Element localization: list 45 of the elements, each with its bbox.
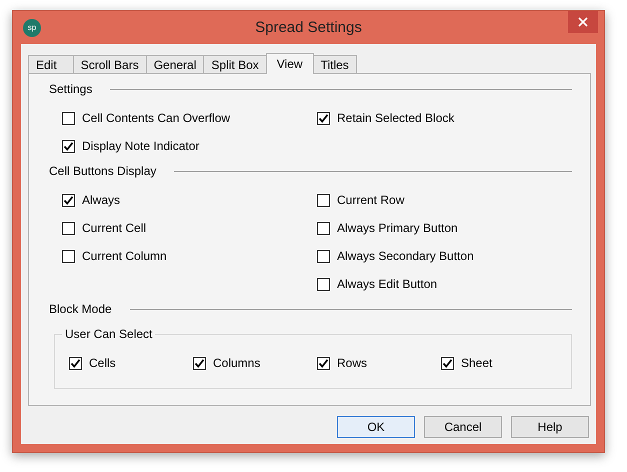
- checkbox-label: Always Primary Button: [337, 221, 458, 235]
- tab[interactable]: Titles: [312, 55, 357, 73]
- section-heading: Settings: [49, 82, 92, 96]
- checkbox[interactable]: [62, 222, 75, 234]
- checkbox-label: Columns: [213, 356, 260, 370]
- checkbox[interactable]: [62, 194, 75, 206]
- checkbox[interactable]: [69, 356, 82, 370]
- checkbox[interactable]: [441, 356, 454, 370]
- dialog-button[interactable]: OK: [337, 416, 415, 438]
- checkbox-label: Sheet: [461, 356, 492, 370]
- checkbox[interactable]: [317, 250, 330, 262]
- checkbox[interactable]: [317, 356, 330, 370]
- checkbox-label: Always Edit Button: [337, 277, 438, 291]
- window-title: Spread Settings: [254, 19, 363, 36]
- section-heading: Cell Buttons Display: [49, 164, 156, 178]
- checkbox-label: Cell Contents Can Overflow: [82, 111, 230, 125]
- checkbox-label: Rows: [337, 356, 368, 370]
- checkbox-label: Retain Selected Block: [337, 111, 454, 125]
- checkbox[interactable]: [62, 112, 75, 124]
- section-heading: Block Mode: [49, 302, 112, 316]
- checkbox[interactable]: [317, 222, 330, 234]
- checkbox[interactable]: [62, 140, 75, 152]
- close-icon: [578, 17, 588, 27]
- checkbox[interactable]: [317, 194, 330, 206]
- checkbox-label: Cells: [89, 356, 116, 370]
- tab[interactable]: Scroll Bars: [72, 55, 147, 73]
- checkbox-label: Current Cell: [82, 221, 146, 235]
- checkbox[interactable]: [317, 112, 330, 124]
- tab[interactable]: General: [146, 55, 204, 73]
- dialog-button[interactable]: Cancel: [424, 416, 502, 438]
- checkbox[interactable]: [317, 278, 330, 290]
- app-icon: sp: [23, 18, 41, 36]
- checkbox-label: Always Secondary Button: [337, 249, 474, 263]
- tab[interactable]: Split Box: [203, 55, 267, 73]
- checkbox-label: Current Column: [82, 249, 167, 263]
- checkbox-label: Current Row: [337, 193, 404, 207]
- checkbox[interactable]: [62, 250, 75, 262]
- checkbox[interactable]: [193, 356, 206, 370]
- close-button[interactable]: [568, 11, 598, 33]
- checkbox-label: Display Note Indicator: [82, 139, 200, 153]
- group-label: User Can Select: [62, 327, 156, 341]
- dialog-button[interactable]: Help: [511, 416, 589, 438]
- tab[interactable]: Edit: [28, 55, 74, 73]
- checkbox-label: Always: [82, 193, 120, 207]
- tab[interactable]: View: [266, 53, 314, 74]
